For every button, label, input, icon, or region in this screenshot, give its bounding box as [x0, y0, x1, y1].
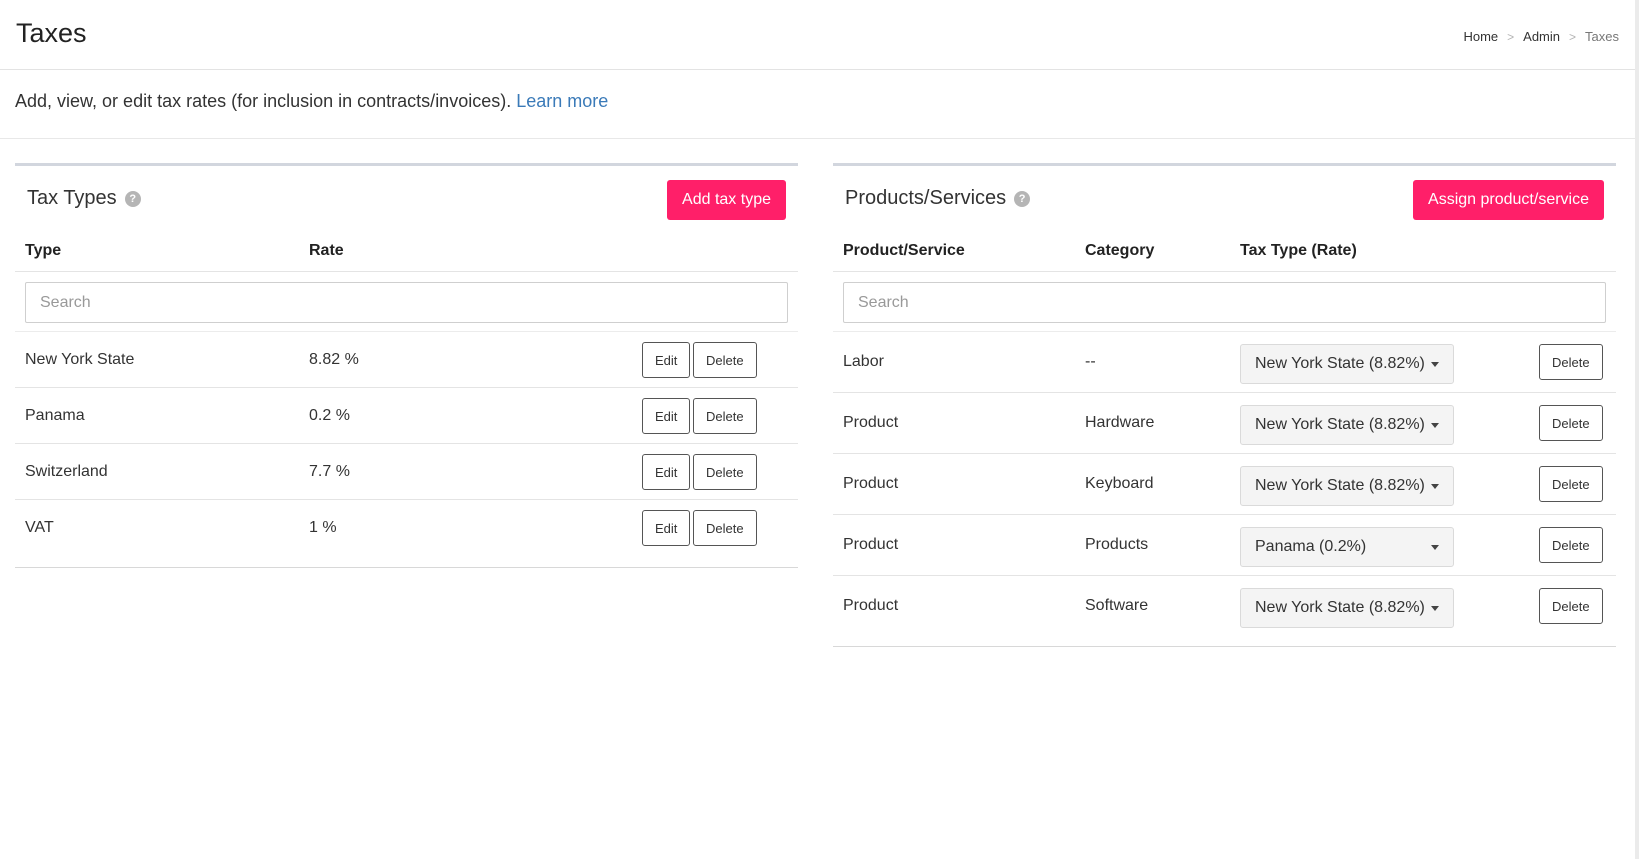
- product-category: Hardware: [1085, 414, 1155, 431]
- delete-button[interactable]: Delete: [693, 342, 757, 378]
- tax-type-select[interactable]: New York State (8.82%): [1240, 405, 1454, 445]
- delete-button[interactable]: Delete: [693, 398, 757, 434]
- tax-types-title: Tax Types ?: [27, 187, 141, 210]
- edit-button[interactable]: Edit: [642, 342, 691, 378]
- column-product: Product/Service: [843, 242, 965, 259]
- table-row: Switzerland 7.7 % Edit Delete: [15, 444, 798, 500]
- column-tax-type: Tax Type (Rate): [1240, 242, 1357, 259]
- delete-button[interactable]: Delete: [693, 454, 757, 490]
- products-search-input[interactable]: [843, 282, 1606, 323]
- tax-type-select[interactable]: New York State (8.82%): [1240, 466, 1454, 506]
- breadcrumb-separator: >: [1507, 29, 1515, 44]
- table-row: VAT 1 % Edit Delete: [15, 500, 798, 556]
- delete-button[interactable]: Delete: [1539, 466, 1603, 502]
- tax-type-name: VAT: [25, 519, 54, 536]
- product-category: --: [1085, 353, 1096, 370]
- tax-type-select-value: New York State (8.82%): [1255, 599, 1425, 616]
- column-rate: Rate: [309, 242, 344, 259]
- edit-button[interactable]: Edit: [642, 510, 691, 546]
- page-title: Taxes: [16, 18, 87, 48]
- column-type: Type: [25, 242, 62, 259]
- delete-button[interactable]: Delete: [1539, 405, 1603, 441]
- table-row: Product Software New York State (8.82%) …: [833, 576, 1616, 637]
- tax-type-name: Panama: [25, 407, 85, 424]
- tax-types-search-row: [15, 272, 798, 332]
- page-scrollbar[interactable]: [1635, 0, 1639, 859]
- tax-types-header: Tax Types ? Add tax type: [15, 166, 798, 229]
- tax-type-rate: 1 %: [309, 519, 337, 536]
- products-title: Products/Services ?: [845, 187, 1031, 210]
- help-icon[interactable]: ?: [1014, 190, 1031, 207]
- product-name: Product: [843, 414, 899, 431]
- tax-type-name: Switzerland: [25, 463, 108, 480]
- tax-type-select-value: New York State (8.82%): [1255, 477, 1425, 494]
- table-row: New York State 8.82 % Edit Delete: [15, 332, 798, 388]
- products-header: Products/Services ? Assign product/servi…: [833, 166, 1616, 229]
- tax-type-rate: 0.2 %: [309, 407, 350, 424]
- edit-button[interactable]: Edit: [642, 454, 691, 490]
- intro-description: Add, view, or edit tax rates (for inclus…: [15, 91, 512, 111]
- product-name: Product: [843, 536, 899, 553]
- product-name: Product: [843, 475, 899, 492]
- tax-types-column-header: Type Rate: [15, 229, 798, 272]
- chevron-down-icon: [1431, 422, 1439, 428]
- tax-type-rate: 8.82 %: [309, 351, 359, 368]
- chevron-down-icon: [1431, 361, 1439, 367]
- table-row: Panama 0.2 % Edit Delete: [15, 388, 798, 444]
- learn-more-link[interactable]: Learn more: [516, 91, 608, 111]
- breadcrumb: Home > Admin > Taxes: [1463, 29, 1619, 44]
- product-name: Labor: [843, 353, 884, 370]
- breadcrumb-separator: >: [1569, 29, 1577, 44]
- product-category: Software: [1085, 597, 1149, 614]
- edit-button[interactable]: Edit: [642, 398, 691, 434]
- tax-types-list: New York State 8.82 % Edit Delete Panama…: [15, 332, 798, 556]
- delete-button[interactable]: Delete: [1539, 588, 1603, 624]
- help-icon[interactable]: ?: [124, 190, 141, 207]
- tax-type-rate: 7.7 %: [309, 463, 350, 480]
- products-title-text: Products/Services: [845, 187, 1007, 209]
- tax-type-select[interactable]: New York State (8.82%): [1240, 588, 1454, 628]
- tax-type-select[interactable]: Panama (0.2%): [1240, 527, 1454, 567]
- products-list: Labor -- New York State (8.82%) Delete P…: [833, 332, 1616, 637]
- products-panel: Products/Services ? Assign product/servi…: [833, 163, 1616, 647]
- delete-button[interactable]: Delete: [1539, 527, 1603, 563]
- tax-type-select-value: New York State (8.82%): [1255, 355, 1425, 372]
- assign-product-button[interactable]: Assign product/service: [1413, 180, 1604, 220]
- table-row: Labor -- New York State (8.82%) Delete: [833, 332, 1616, 393]
- table-row: Product Keyboard New York State (8.82%) …: [833, 454, 1616, 515]
- product-name: Product: [843, 597, 899, 614]
- tax-type-select-value: New York State (8.82%): [1255, 416, 1425, 433]
- tax-type-select-value: Panama (0.2%): [1255, 538, 1367, 555]
- intro-text: Add, view, or edit tax rates (for inclus…: [15, 91, 608, 112]
- table-row: Product Products Panama (0.2%) Delete: [833, 515, 1616, 576]
- tax-types-search-input[interactable]: [25, 282, 788, 323]
- chevron-down-icon: [1431, 544, 1439, 550]
- chevron-down-icon: [1431, 605, 1439, 611]
- tax-type-select[interactable]: New York State (8.82%): [1240, 344, 1454, 384]
- delete-button[interactable]: Delete: [693, 510, 757, 546]
- page-header: Taxes Home > Admin > Taxes: [0, 0, 1635, 70]
- breadcrumb-admin[interactable]: Admin: [1523, 29, 1560, 44]
- tax-types-panel: Tax Types ? Add tax type Type Rate New Y…: [15, 163, 798, 568]
- product-category: Products: [1085, 536, 1149, 553]
- breadcrumb-current: Taxes: [1585, 29, 1619, 44]
- products-search-row: [833, 272, 1616, 332]
- tax-type-name: New York State: [25, 351, 135, 368]
- breadcrumb-home[interactable]: Home: [1463, 29, 1498, 44]
- delete-button[interactable]: Delete: [1539, 344, 1603, 380]
- tax-types-title-text: Tax Types: [27, 187, 117, 209]
- table-row: Product Hardware New York State (8.82%) …: [833, 393, 1616, 454]
- add-tax-type-button[interactable]: Add tax type: [667, 180, 786, 220]
- column-category: Category: [1085, 242, 1155, 259]
- products-column-header: Product/Service Category Tax Type (Rate): [833, 229, 1616, 272]
- intro-section: Add, view, or edit tax rates (for inclus…: [0, 70, 1635, 139]
- product-category: Keyboard: [1085, 475, 1154, 492]
- chevron-down-icon: [1431, 483, 1439, 489]
